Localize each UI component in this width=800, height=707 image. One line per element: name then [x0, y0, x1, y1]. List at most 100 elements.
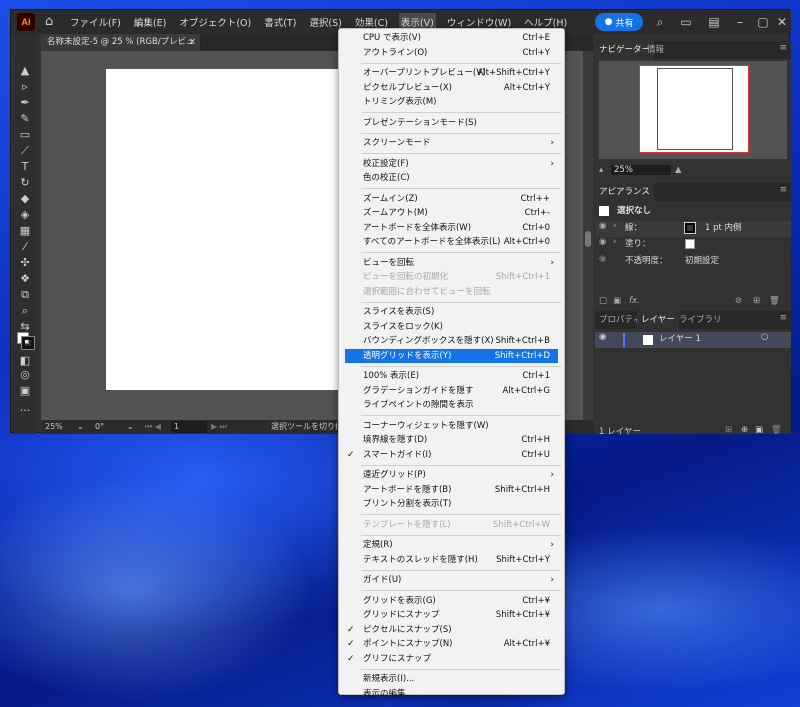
view-menu-item[interactable]: コーナーウィジェットを隠す(W)	[339, 419, 564, 433]
trash-icon[interactable]: 🗑	[771, 425, 782, 435]
eye-icon[interactable]: ◉	[599, 254, 606, 264]
more-tools-icon[interactable]: ···	[17, 404, 33, 418]
view-menu-item[interactable]: 定規(R) ›	[339, 538, 564, 552]
share-button[interactable]: ● 共有	[595, 13, 643, 31]
rectangle-tool-icon[interactable]: ▭	[17, 128, 33, 142]
eye-icon[interactable]: ◉	[599, 332, 606, 342]
chevron-right-icon[interactable]: ›	[613, 221, 616, 231]
view-menu-item[interactable]: 100% 表示(E) Ctrl+1	[339, 369, 564, 383]
view-menu-item[interactable]: アートボードを全体表示(W) Ctrl+0	[339, 221, 564, 235]
chevron-down-icon[interactable]: ⌄	[127, 421, 134, 433]
view-menu-item[interactable]: アートボードを隠す(B) Shift+Ctrl+H	[339, 483, 564, 497]
view-menu-item[interactable]: ライブペイントの隙間を表示	[339, 398, 564, 412]
blend-tool-icon[interactable]: ✣	[17, 256, 33, 270]
zoom-in-icon[interactable]: ▲	[675, 165, 682, 175]
layer-row[interactable]: ◉ レイヤー 1 ○	[595, 332, 791, 348]
draw-mode-icon[interactable]: ◎	[17, 368, 33, 382]
duplicate-item-icon[interactable]: ⊞	[753, 296, 760, 306]
view-menu-item[interactable]: CPU で表示(V) Ctrl+E	[339, 31, 564, 45]
tab-info[interactable]: 情報	[643, 41, 668, 59]
duplicate-layer-icon[interactable]: ▣	[755, 425, 763, 435]
selection-tool-icon[interactable]: ▲	[17, 64, 33, 78]
view-menu-item[interactable]: グリッドにスナップ Shift+Ctrl+¥	[339, 608, 564, 622]
chevron-right-icon[interactable]: ›	[613, 237, 616, 247]
fill-label[interactable]: 塗り：	[625, 237, 651, 249]
artboard-tool-icon[interactable]: ⧉	[17, 288, 33, 302]
stroke-label[interactable]: 線：	[625, 221, 642, 233]
minimize-icon[interactable]: –	[733, 15, 747, 29]
view-menu-item[interactable]: プリント分割を表示(T)	[339, 497, 564, 511]
target-icon[interactable]: ○	[761, 332, 768, 342]
view-menu-item[interactable]: ✓ ピクセルにスナップ(S)	[339, 623, 564, 637]
home-icon[interactable]: ⌂	[45, 15, 59, 29]
new-sublayer-icon[interactable]: ⊞	[725, 425, 732, 435]
view-menu-item[interactable]: アウトライン(O) Ctrl+Y	[339, 46, 564, 60]
pen-tool-icon[interactable]: ✒	[17, 96, 33, 110]
zoom-tool-icon[interactable]: ⌕	[17, 304, 33, 318]
appearance-stroke-row[interactable]: ◉ › 線： 1 pt 内側	[595, 221, 791, 237]
view-menu-item[interactable]: ビューを回転 ›	[339, 256, 564, 270]
next-artboard-icon[interactable]: ▶ ⏭	[211, 421, 227, 433]
document-tab[interactable]: 名称未設定-5 @ 25 % (RGB/プレビュー) ×	[41, 34, 201, 64]
close-tab-icon[interactable]: ×	[189, 34, 196, 51]
view-menu-item[interactable]: ✓ スマートガイド(I) Ctrl+U	[339, 448, 564, 462]
zoom-level-select[interactable]: 25%	[45, 421, 63, 433]
arrange-documents-icon[interactable]: ▤	[707, 15, 721, 29]
view-menu-item[interactable]: ピクセルプレビュー(X) Alt+Ctrl+Y	[339, 81, 564, 95]
opacity-value[interactable]: 初期設定	[685, 254, 719, 266]
menu-object[interactable]: オブジェクト(O)	[177, 13, 253, 31]
navigator-zoom-input[interactable]: 25%	[611, 165, 671, 175]
menu-edit[interactable]: 編集(E)	[132, 13, 168, 31]
artboard[interactable]	[106, 69, 351, 390]
view-menu-item[interactable]: ガイド(U) ›	[339, 573, 564, 587]
trash-icon[interactable]: 🗑	[769, 296, 780, 306]
stroke-swatch[interactable]	[684, 222, 696, 234]
view-menu-item[interactable]: テキストのスレッドを隠す(H) Shift+Ctrl+Y	[339, 553, 564, 567]
panel-menu-icon[interactable]: ≡	[779, 43, 787, 53]
layer-name[interactable]: レイヤー 1	[659, 332, 701, 344]
artboard-number-select[interactable]: 1	[171, 421, 207, 433]
view-menu-item[interactable]: オーバープリントプレビュー(V) Alt+Shift+Ctrl+Y	[339, 66, 564, 80]
menu-type[interactable]: 書式(T)	[262, 13, 298, 31]
appearance-opacity-row[interactable]: ◉ 不透明度： 初期設定	[595, 254, 791, 270]
view-menu-item[interactable]: ✓ ポイントにスナップ(N) Alt+Ctrl+¥	[339, 637, 564, 651]
view-menu-item[interactable]: 色の校正(C)	[339, 171, 564, 185]
new-layer-icon[interactable]: ⊕	[741, 425, 748, 435]
view-menu-item[interactable]: スクリーンモード ›	[339, 136, 564, 150]
opacity-label[interactable]: 不透明度：	[625, 254, 668, 266]
color-mode-icon[interactable]: ◧	[17, 354, 33, 368]
view-menu-item[interactable]: スライスを表示(S)	[339, 305, 564, 319]
curvature-tool-icon[interactable]: ✎	[17, 112, 33, 126]
vertical-scrollbar[interactable]	[583, 51, 593, 420]
shape-builder-tool-icon[interactable]: ◈	[17, 208, 33, 222]
stroke-color-swatch[interactable]	[21, 336, 35, 350]
view-menu-item[interactable]: ズームイン(Z) Ctrl++	[339, 192, 564, 206]
view-menu-item[interactable]: グラデーションガイドを隠す Alt+Ctrl+G	[339, 384, 564, 398]
view-menu-item[interactable]: ✓ グリフにスナップ	[339, 652, 564, 666]
clear-appearance-icon[interactable]: ⊘	[735, 296, 742, 306]
fx-button[interactable]: fx.	[629, 296, 640, 306]
view-menu-item[interactable]: 境界線を隠す(D) Ctrl+H	[339, 433, 564, 447]
workspace-icon[interactable]: ▭	[679, 15, 693, 29]
zoom-out-icon[interactable]: ▴	[599, 165, 603, 175]
paintbrush-tool-icon[interactable]: ⟋	[17, 144, 33, 158]
rotation-select[interactable]: 0°	[95, 421, 104, 433]
view-menu-item[interactable]: 新規表示(I)...	[339, 672, 564, 686]
scrollbar-thumb[interactable]	[585, 231, 591, 247]
fill-swatch[interactable]	[685, 239, 695, 249]
search-icon[interactable]: ⌕	[653, 15, 667, 29]
stroke-value[interactable]: 1 pt 内側	[705, 221, 742, 233]
maximize-icon[interactable]: ▢	[756, 15, 770, 29]
add-fill-icon[interactable]: ▣	[613, 296, 621, 306]
navigator-view-box[interactable]	[639, 65, 749, 153]
tab-libraries[interactable]: ライブラリ	[675, 311, 726, 329]
eye-icon[interactable]: ◉	[599, 221, 606, 231]
tab-layers[interactable]: レイヤー	[637, 311, 679, 329]
view-menu-item[interactable]: 透明グリッドを表示(Y) Shift+Ctrl+D	[345, 348, 558, 363]
gradient-tool-icon[interactable]: ▦	[17, 224, 33, 238]
panel-menu-icon[interactable]: ≡	[779, 185, 787, 195]
view-menu-item[interactable]: トリミング表示(M)	[339, 95, 564, 109]
screen-mode-icon[interactable]: ▣	[17, 384, 33, 398]
first-artboard-icon[interactable]: ⏮ ◀	[145, 421, 161, 433]
view-menu-item[interactable]: プレゼンテーションモード(S)	[339, 116, 564, 130]
